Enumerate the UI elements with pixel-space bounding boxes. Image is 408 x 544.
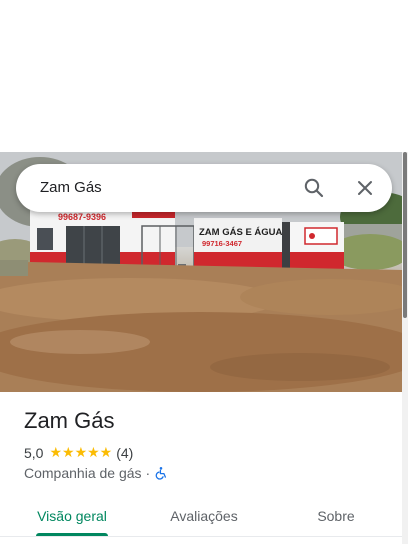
sign-phone-right: 99716-3467 — [202, 239, 242, 248]
scrollbar-thumb[interactable] — [403, 152, 407, 318]
search-icon[interactable] — [302, 176, 326, 200]
close-icon[interactable] — [353, 176, 377, 200]
category-row: Companhia de gás · — [24, 465, 168, 481]
tabs-divider — [0, 536, 402, 537]
top-blank-area — [0, 0, 408, 152]
separator-dot: · — [145, 465, 151, 481]
sign-main: ZAM GÁS E ÁGUA — [199, 227, 283, 238]
search-input[interactable]: Zam Gás — [40, 179, 102, 196]
place-name: Zam Gás — [24, 408, 115, 433]
review-count[interactable]: (4) — [116, 445, 133, 461]
rating-stars: ★★★★★ — [49, 444, 113, 460]
tab-overview[interactable]: Visão geral — [24, 496, 120, 536]
rating-row[interactable]: 5,0 ★★★★★ (4) — [24, 444, 133, 461]
sign-phone-left: 99687-9396 — [58, 212, 106, 222]
search-bar[interactable]: Zam Gás — [16, 164, 392, 212]
scrollbar[interactable] — [402, 152, 408, 544]
tab-reviews[interactable]: Avaliações — [156, 496, 252, 536]
place-category[interactable]: Companhia de gás — [24, 465, 142, 481]
tab-about[interactable]: Sobre — [300, 496, 372, 536]
wheelchair-icon — [155, 467, 167, 480]
rating-value: 5,0 — [24, 444, 44, 461]
